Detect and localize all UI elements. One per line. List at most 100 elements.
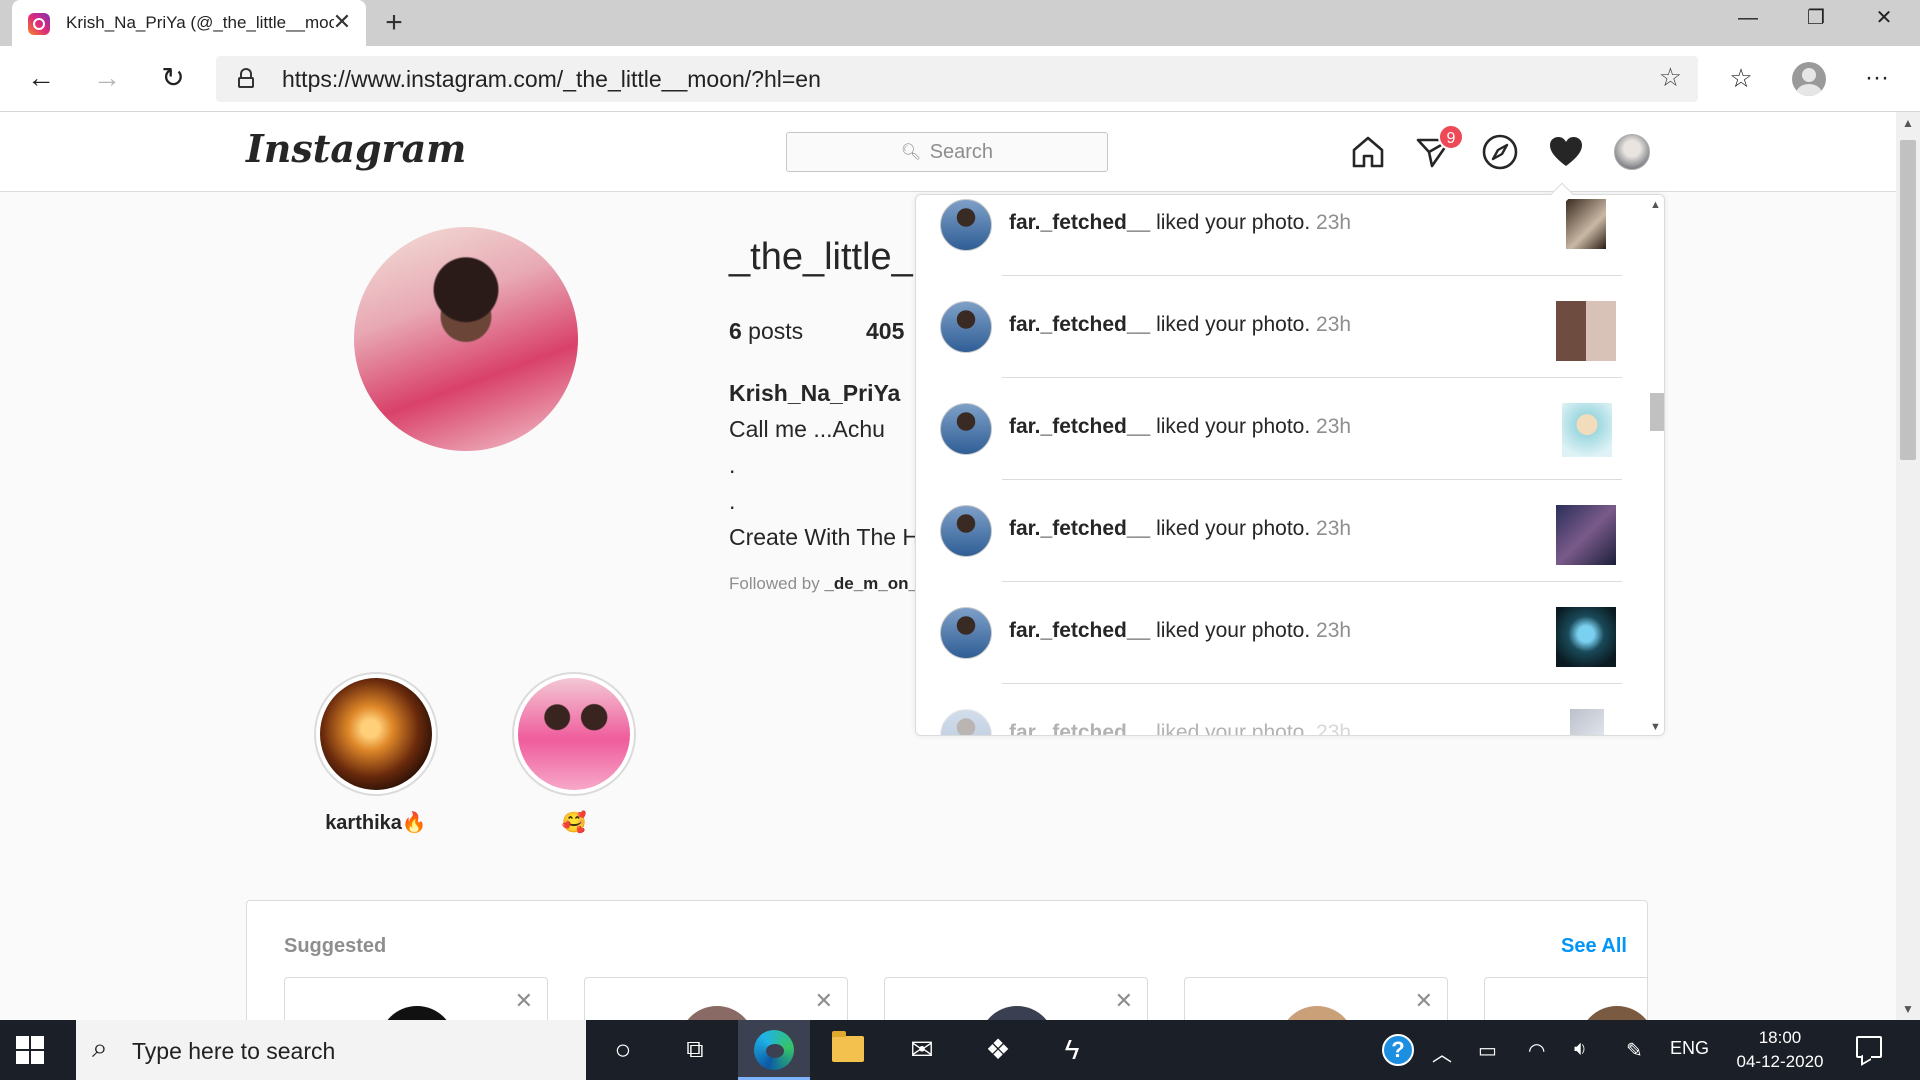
windows-start-icon[interactable] [16,1036,44,1064]
scrollbar-thumb[interactable] [1650,393,1664,431]
browser-profile-avatar[interactable] [1792,62,1826,96]
forward-button[interactable]: → [86,58,128,100]
story-highlight[interactable]: karthika🔥 [314,672,438,835]
activity-photo-thumbnail[interactable] [1556,301,1616,361]
activity-text: far._fetched__ liked your photo. 23h [1009,313,1351,337]
refresh-button[interactable]: ↻ [152,58,194,100]
help-icon[interactable]: ? [1382,1034,1414,1066]
activity-user[interactable]: far._fetched__ [1009,619,1150,642]
bio-line: . [729,452,736,478]
divider [1002,479,1622,480]
new-tab-button[interactable]: + [376,6,412,42]
activity-avatar[interactable] [940,301,992,353]
search-placeholder: Search [929,141,994,163]
activity-photo-thumbnail[interactable] [1566,199,1606,249]
task-view-icon[interactable]: ⧉ [671,1030,719,1070]
dismiss-icon[interactable]: ✕ [515,988,533,1014]
activity-item[interactable]: far._fetched__ liked your photo. 23h [916,505,1636,607]
dismiss-icon[interactable]: ✕ [1415,988,1433,1014]
activity-action: liked your photo. [1150,211,1317,234]
story-highlight[interactable]: 🥰 [512,672,636,835]
highlight-label: karthika🔥 [325,812,427,834]
activity-time: 23h [1316,415,1352,438]
cortana-icon[interactable]: ○ [599,1030,647,1070]
activity-photo-thumbnail[interactable] [1562,403,1612,457]
activity-item[interactable]: far._fetched__ liked your photo. 23h [916,607,1636,709]
close-tab-icon[interactable]: ✕ [328,8,356,36]
scroll-down-icon[interactable]: ▼ [1902,1002,1914,1016]
activity-avatar[interactable] [940,709,992,735]
activity-avatar[interactable] [940,505,992,557]
activity-action: liked your photo. [1150,619,1317,642]
taskbar-search-box[interactable]: ⌕ Type here to search [76,1020,586,1080]
pen-icon[interactable]: ✎ [1626,1038,1643,1063]
activity-avatar[interactable] [940,607,992,659]
see-all-link[interactable]: See All [1561,935,1627,958]
profile-avatar[interactable] [1614,134,1650,170]
volume-icon[interactable]: 🔉︎ [1574,1038,1587,1061]
activity-item[interactable]: far._fetched__ liked your photo. 23h [916,301,1636,403]
posts-label: posts [741,318,804,344]
divider [1002,581,1622,582]
scroll-down-icon[interactable]: ▼ [1650,721,1661,733]
scrollbar-thumb[interactable] [1900,140,1916,460]
back-button[interactable]: ← [20,58,62,100]
add-favorite-star-icon[interactable]: ☆ [1659,62,1682,93]
close-window-button[interactable]: ✕ [1850,0,1918,38]
followed-by-user: _de_m_on_ [824,574,918,593]
restore-button[interactable]: ❐ [1782,0,1850,38]
activity-text: far._fetched__ liked your photo. 23h [1009,619,1351,643]
more-icon[interactable]: ··· [1856,58,1898,100]
url-field[interactable]: https://www.instagram.com/_the_little__m… [216,56,1698,102]
posts-count[interactable]: 6 posts [729,318,803,345]
battery-icon[interactable]: ▭ [1478,1038,1497,1063]
minimize-button[interactable]: — [1714,0,1782,38]
scroll-up-icon[interactable]: ▲ [1650,199,1661,211]
language-indicator[interactable]: ENG [1670,1038,1709,1059]
activity-scrollbar[interactable]: ▲ ▼ [1646,195,1664,735]
home-icon[interactable] [1348,132,1388,172]
posts-number: 6 [729,318,742,344]
activity-item[interactable]: far._fetched__ liked your photo. 23h [916,709,1636,735]
explore-compass-icon[interactable] [1480,132,1520,172]
activity-user[interactable]: far._fetched__ [1009,517,1150,540]
show-hidden-icons-chevron-up-icon[interactable]: ︿ [1432,1038,1452,1067]
dismiss-icon[interactable]: ✕ [1115,988,1133,1014]
activity-time: 23h [1316,619,1352,642]
scroll-up-icon[interactable]: ▲ [1902,116,1914,130]
profile-photo[interactable] [354,227,578,451]
followed-by[interactable]: Followed by _de_m_on_ [729,574,918,594]
app-lightning-icon[interactable]: ϟ [1048,1030,1096,1070]
activity-photo-thumbnail[interactable] [1570,709,1604,735]
bio-line: Create With The H [729,524,920,550]
activity-item[interactable]: far._fetched__ liked your photo. 23h [916,199,1636,301]
browser-tab[interactable]: Krish_Na_PriYa (@_the_little__moon) ✕ [12,0,366,46]
action-center-icon[interactable] [1856,1036,1882,1058]
activity-photo-thumbnail[interactable] [1556,505,1616,565]
page-scrollbar[interactable]: ▲ ▼ [1896,112,1920,1020]
clock[interactable]: 18:00 04-12-2020 [1724,1026,1836,1074]
activity-user[interactable]: far._fetched__ [1009,313,1150,336]
dismiss-icon[interactable]: ✕ [815,988,833,1014]
search-icon: 🔍︎ [900,144,922,161]
lock-icon[interactable] [238,68,254,88]
edge-browser-icon[interactable] [754,1030,794,1070]
activity-photo-thumbnail[interactable] [1556,607,1616,667]
activity-user[interactable]: far._fetched__ [1009,415,1150,438]
followers-count[interactable]: 405 [866,318,904,345]
activity-user[interactable]: far._fetched__ [1009,721,1150,735]
file-explorer-icon[interactable] [832,1031,864,1062]
activity-avatar[interactable] [940,199,992,251]
search-input[interactable]: 🔍︎ Search [786,132,1108,172]
activity-heart-icon[interactable] [1546,132,1586,172]
mail-icon[interactable]: ✉ [898,1030,946,1070]
activity-user[interactable]: far._fetched__ [1009,211,1150,234]
activity-avatar[interactable] [940,403,992,455]
favorites-icon[interactable]: ☆ [1720,58,1762,100]
activity-action: liked your photo. [1150,415,1317,438]
activity-item[interactable]: far._fetched__ liked your photo. 23h [916,403,1636,505]
dropbox-icon[interactable]: ❖ [974,1030,1022,1070]
instagram-logo[interactable]: Instagram [246,126,466,171]
wifi-icon[interactable]: ◠ [1528,1038,1545,1063]
url-text[interactable]: https://www.instagram.com/_the_little__m… [282,66,821,93]
